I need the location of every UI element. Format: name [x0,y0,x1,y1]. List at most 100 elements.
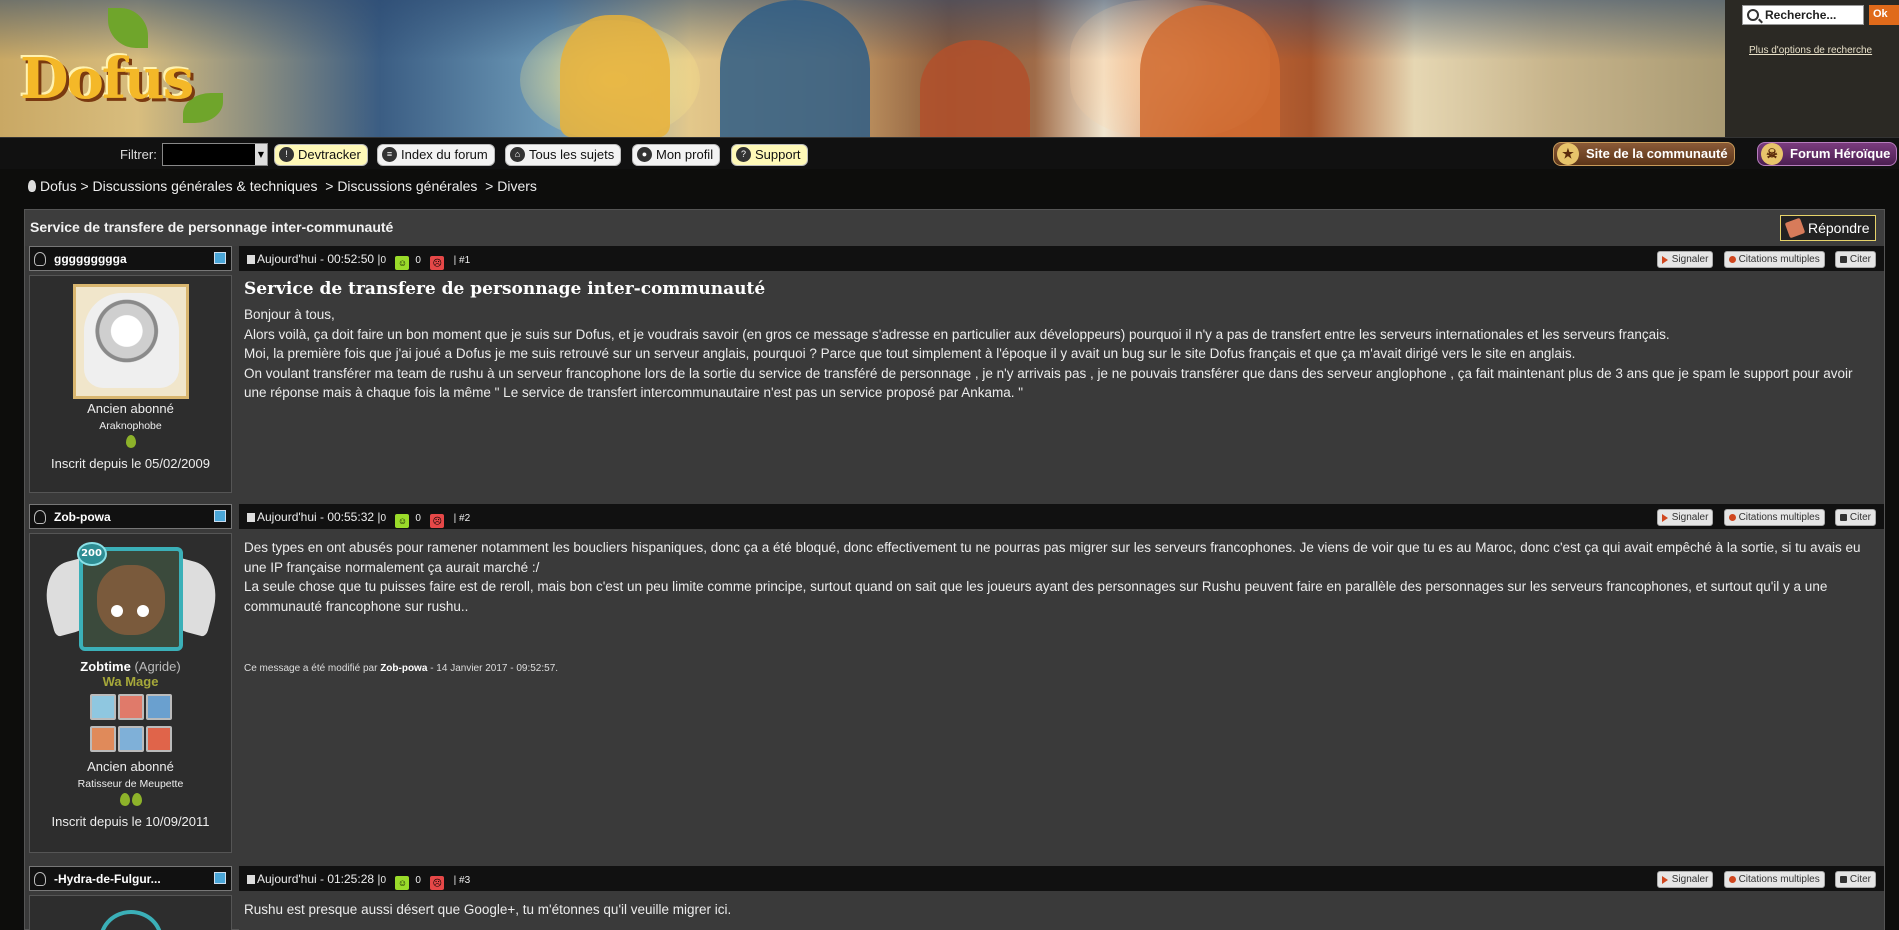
multi-quote-icon [1728,514,1736,521]
community-icon: ★ [1557,143,1579,165]
quote-button[interactable]: Citer [1834,509,1876,526]
thread-title-bar: Service de transfere de personnage inter… [25,210,1884,246]
report-button[interactable]: Signaler [1656,509,1714,526]
devtracker-button[interactable]: ! Devtracker [274,144,368,166]
author-joined-date: Inscrit depuis le 05/02/2009 [51,456,210,471]
breadcrumb-item-misc[interactable]: Divers [497,178,537,194]
post-3: -Hydra-de-Fulgur... Aujourd'hui - 01:25:… [25,866,1884,930]
multi-quote-button[interactable]: Citations multiples [1723,509,1825,526]
filter-select[interactable]: ▼ [162,143,268,166]
flag-icon [1661,876,1668,884]
post-1: ggggggggga Ancien abonné Araknophobe Ins… [25,246,1884,502]
post-timestamp: Aujourd'hui - 00:52:50 [257,252,375,266]
post-title: Service de transfere de personnage inter… [244,279,766,299]
forum-toolbar: Filtrer: ▼ ! Devtracker ≡ Index du forum… [0,137,1899,169]
upvote-count: 0 [415,875,421,886]
author-title: Araknophobe [99,420,162,432]
profile-icon: ● [637,147,652,162]
banner-character-orange [1140,5,1280,137]
badge-icon [89,726,116,752]
post-author-header: ggggggggga [29,246,232,271]
post-timestamp: Aujourd'hui - 00:55:32 [257,510,375,524]
breadcrumb-item-general[interactable]: Discussions générales [337,178,477,194]
author-title: Ratisseur de Meupette [77,778,184,790]
breadcrumb-item-general-technical[interactable]: Discussions générales & techniques [93,178,318,194]
quote-icon [1839,876,1847,883]
report-button[interactable]: Signaler [1656,871,1714,888]
upvote-icon[interactable]: ☺ [395,256,410,270]
badge-icon [117,694,144,720]
quote-icon [1839,514,1847,521]
badge-icon [117,726,144,752]
achievement-badges [30,693,231,757]
post-number[interactable]: | #3 [454,875,471,886]
user-menu-toggle-icon[interactable] [214,510,226,522]
seniority-leaf-icon [119,793,130,806]
breadcrumb-home-icon [28,180,36,192]
edit-author[interactable]: Zob-powa [380,663,427,674]
user-menu-toggle-icon[interactable] [214,252,226,264]
forum-index-button[interactable]: ≡ Index du forum [377,144,495,166]
avatar[interactable] [79,902,183,930]
thread-title: Service de transfere de personnage inter… [30,219,394,235]
downvote-icon[interactable]: ☹ [430,256,445,270]
banner-character-red [920,40,1030,137]
post-number[interactable]: | #1 [454,255,471,266]
community-site-button[interactable]: ★ Site de la communauté [1553,142,1735,166]
upvote-icon[interactable]: ☺ [395,514,410,528]
quote-icon [1839,256,1847,263]
multi-quote-icon [1728,876,1736,883]
post-author-name[interactable]: ggggggggga [54,252,127,266]
search-submit-button[interactable]: Ok [1869,5,1899,25]
avatar[interactable] [72,284,189,399]
character-name[interactable]: Zobtime [80,659,131,674]
flag-icon [1661,514,1668,522]
my-profile-button[interactable]: ● Mon profil [632,144,721,166]
multi-quote-icon [1728,256,1736,263]
breadcrumb-item-dofus[interactable]: Dofus [40,178,77,194]
report-button[interactable]: Signaler [1656,251,1714,268]
post-icon [247,875,255,884]
header-banner: Dofus [0,0,1725,137]
upvote-count: 0 [415,513,421,524]
upvote-icon[interactable]: ☺ [395,876,410,890]
dofus-logo[interactable]: Dofus [8,8,233,136]
user-icon [34,872,46,886]
post-content: Des types en ont abusés pour ramener not… [244,540,1861,614]
post-author-name[interactable]: -Hydra-de-Fulgur... [54,872,161,886]
avatar[interactable]: 200 [37,542,224,657]
home-icon: ⌂ [510,147,525,162]
all-topics-button[interactable]: ⌂ Tous les sujets [505,144,622,166]
multi-quote-button[interactable]: Citations multiples [1723,871,1825,888]
search-panel: Recherche... Ok Plus d'options de recher… [1725,0,1899,137]
support-icon: ? [736,147,751,162]
author-joined-date: Inscrit depuis le 10/09/2011 [51,814,210,829]
user-menu-toggle-icon[interactable] [214,872,226,884]
post-header: Aujourd'hui - 01:25:28 |0 ☺ 0 ☹ | #3 Sign… [239,866,1884,891]
post-2: Zob-powa 200 Zobtime (Agride) Wa Mage An… [25,504,1884,899]
author-rank: Ancien abonné [87,401,174,416]
seniority-leaf-icon [131,793,142,806]
post-number[interactable]: | #2 [454,513,471,524]
post-author-name[interactable]: Zob-powa [54,510,111,524]
quote-button[interactable]: Citer [1834,251,1876,268]
heroic-forum-button[interactable]: ☠ Forum Héroïque [1757,142,1898,166]
character-guild[interactable]: (Agride) [134,659,180,674]
devtracker-icon: ! [279,147,294,162]
downvote-icon[interactable]: ☹ [430,876,445,890]
list-icon: ≡ [382,147,397,162]
search-input[interactable]: Recherche... [1742,5,1864,25]
search-icon [1747,9,1759,21]
thread-container: Service de transfere de personnage inter… [24,209,1885,930]
quote-button[interactable]: Citer [1834,871,1876,888]
downvote-icon[interactable]: ☹ [430,514,445,528]
reply-button[interactable]: Répondre [1780,215,1876,241]
more-search-options-link[interactable]: Plus d'options de recherche [1749,45,1872,56]
post-content: Bonjour à tous, Alors voilà, ça doit fai… [244,307,1853,400]
logo-leaf-icon [108,8,148,48]
support-button[interactable]: ? Support [731,144,808,166]
reply-icon [1784,217,1806,239]
post-header: Aujourd'hui - 00:52:50 |0 ☺ 0 ☹ | #1 Sign… [239,246,1884,271]
multi-quote-button[interactable]: Citations multiples [1723,251,1825,268]
post-body: Des types en ont abusés pour ramener not… [239,533,1884,853]
